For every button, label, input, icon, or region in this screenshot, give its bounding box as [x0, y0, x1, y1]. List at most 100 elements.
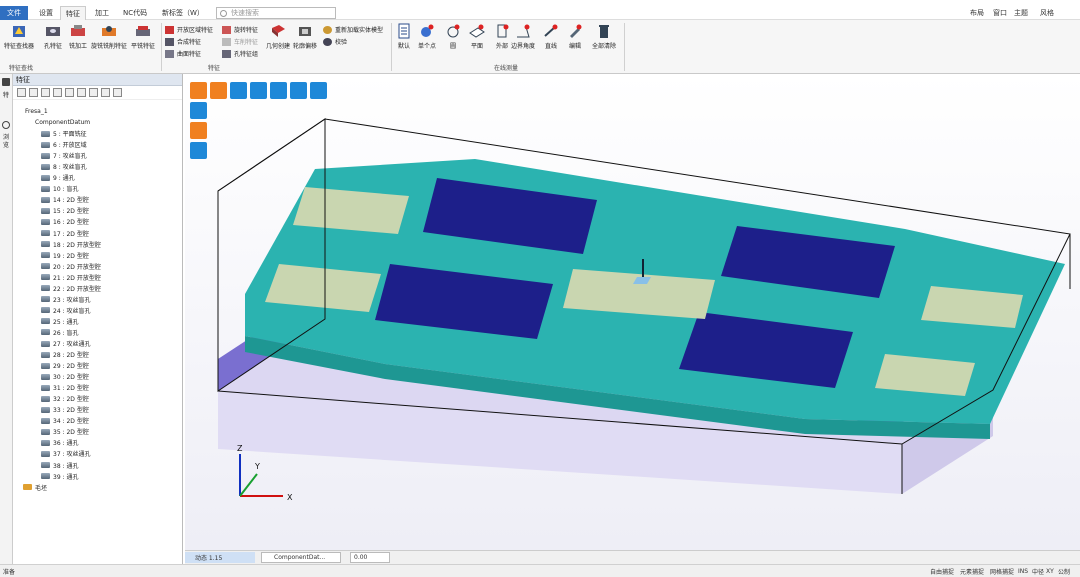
- file-menu[interactable]: 文件: [0, 6, 28, 20]
- edit-measure-button[interactable]: 编辑: [566, 23, 584, 59]
- tree-item[interactable]: 14 : 2D 型腔: [13, 194, 183, 205]
- synth-feature-button[interactable]: 合成特征: [165, 36, 201, 47]
- hole-feature-button[interactable]: 孔特征: [44, 23, 62, 59]
- layout-menu[interactable]: 布局: [970, 6, 984, 20]
- tree-item[interactable]: 9 : 通孔: [13, 172, 183, 183]
- strip-tab-1[interactable]: 特: [3, 90, 9, 99]
- tree-stock[interactable]: 毛坯: [13, 482, 183, 493]
- tree-datum[interactable]: ComponentDatum: [13, 117, 183, 128]
- outer-measure-button[interactable]: 外部: [493, 23, 511, 59]
- view-list-icon[interactable]: [290, 82, 307, 99]
- view-cube-icon[interactable]: [190, 102, 207, 119]
- tree-item[interactable]: 23 : 攻丝盲孔: [13, 294, 183, 305]
- tree-item[interactable]: 22 : 2D 开放型腔: [13, 283, 183, 294]
- single-point-button[interactable]: 单个点: [418, 23, 436, 59]
- tool-icon-1[interactable]: [17, 88, 26, 97]
- spiral-mill-button[interactable]: 旋铣铣削特征: [91, 23, 127, 59]
- hole-group-button[interactable]: 孔特征组: [222, 48, 258, 59]
- tree-root[interactable]: Fresa_1: [13, 106, 183, 117]
- clear-all-button[interactable]: 全部清除: [592, 23, 616, 59]
- tree-item[interactable]: 33 : 2D 型腔: [13, 404, 183, 415]
- check-button[interactable]: 校验: [323, 36, 347, 47]
- tool-icon-7[interactable]: [89, 88, 98, 97]
- tree-item[interactable]: 19 : 2D 型腔: [13, 250, 183, 261]
- planar-feature-button[interactable]: 平铣特征: [131, 23, 155, 59]
- view-light-icon[interactable]: [250, 82, 267, 99]
- tree-item[interactable]: 8 : 攻丝盲孔: [13, 161, 183, 172]
- turning-feature-button[interactable]: 车削特征: [222, 36, 258, 47]
- reload-model-button[interactable]: 重新加载实体模型: [323, 24, 383, 35]
- tree-item[interactable]: 26 : 盲孔: [13, 327, 183, 338]
- snap-free[interactable]: 自由捕捉: [930, 566, 954, 577]
- tree-item[interactable]: 38 : 通孔: [13, 460, 183, 471]
- tool-icon-3[interactable]: [41, 88, 50, 97]
- tree-item[interactable]: 5 : 平面铣征: [13, 128, 183, 139]
- feature-finder-button[interactable]: 特征查找器: [4, 23, 34, 59]
- rotate-feature-button[interactable]: 旋转特征: [222, 24, 258, 35]
- tree-item[interactable]: 31 : 2D 型腔: [13, 382, 183, 393]
- view-cube3-icon[interactable]: [190, 142, 207, 159]
- tree-item[interactable]: 30 : 2D 型腔: [13, 371, 183, 382]
- tree-item[interactable]: 25 : 通孔: [13, 316, 183, 327]
- snap-grid[interactable]: 网格捕捉: [990, 566, 1014, 577]
- tree-item[interactable]: 20 : 2D 开放型腔: [13, 261, 183, 272]
- zoom-icon[interactable]: [270, 82, 287, 99]
- snap-element[interactable]: 元素捕捉: [960, 566, 984, 577]
- circle-measure-button[interactable]: 圆: [444, 23, 462, 59]
- tool-icon-5[interactable]: [65, 88, 74, 97]
- tab-settings[interactable]: 设置: [34, 6, 58, 20]
- curve-feature-button[interactable]: 曲面特征: [165, 48, 201, 59]
- tree-item[interactable]: 17 : 2D 型腔: [13, 228, 183, 239]
- tree-item[interactable]: 18 : 2D 开放型腔: [13, 239, 183, 250]
- 3d-viewport[interactable]: X Y Z: [185, 74, 1080, 550]
- tab-new[interactable]: 新标签（W）: [157, 6, 209, 20]
- tool-icon-8[interactable]: [101, 88, 110, 97]
- tree-item[interactable]: 16 : 2D 型腔: [13, 216, 183, 227]
- tree-item[interactable]: 36 : 通孔: [13, 437, 183, 448]
- measure-default-button[interactable]: 默认: [395, 23, 413, 59]
- tree-item[interactable]: 29 : 2D 型腔: [13, 360, 183, 371]
- animation-speed[interactable]: 动态 1.15: [185, 552, 255, 563]
- tool-icon-2[interactable]: [29, 88, 38, 97]
- style-menu[interactable]: 风格: [1040, 6, 1054, 20]
- theme-menu[interactable]: 主题: [1014, 6, 1028, 20]
- tool-icon-4[interactable]: [53, 88, 62, 97]
- tree-item[interactable]: 35 : 2D 型腔: [13, 426, 183, 437]
- view-measure-icon[interactable]: [310, 82, 327, 99]
- tree-item[interactable]: 28 : 2D 型腔: [13, 349, 183, 360]
- view-iso-icon[interactable]: [190, 82, 207, 99]
- strip-tab-3[interactable]: 览: [3, 140, 9, 149]
- contour-offset-button[interactable]: 轮廓偏移: [293, 23, 317, 59]
- tree-item[interactable]: 32 : 2D 型腔: [13, 393, 183, 404]
- search-input[interactable]: 快速搜索: [216, 7, 336, 19]
- open-area-button[interactable]: 开放区域特征: [165, 24, 213, 35]
- tree-item[interactable]: 7 : 攻丝盲孔: [13, 150, 183, 161]
- tree-item[interactable]: 34 : 2D 型腔: [13, 415, 183, 426]
- milling-button[interactable]: 铣加工: [69, 23, 87, 59]
- tab-machining[interactable]: 加工: [90, 6, 114, 20]
- tree-item[interactable]: 37 : 攻丝通孔: [13, 448, 183, 459]
- view-section-icon[interactable]: [230, 82, 247, 99]
- feature-strip-icon[interactable]: [2, 78, 10, 86]
- plane-measure-button[interactable]: 平面: [468, 23, 486, 59]
- tool-icon-9[interactable]: [113, 88, 122, 97]
- tab-nc-code[interactable]: NC代码: [118, 6, 152, 20]
- model-view[interactable]: X Y Z: [185, 74, 1080, 550]
- view-front-icon[interactable]: [210, 82, 227, 99]
- tree-item[interactable]: 24 : 攻丝盲孔: [13, 305, 183, 316]
- component-select[interactable]: ComponentDat...: [261, 552, 341, 563]
- tree-item[interactable]: 15 : 2D 型腔: [13, 205, 183, 216]
- view-cube2-icon[interactable]: [190, 122, 207, 139]
- tree-item[interactable]: 10 : 盲孔: [13, 183, 183, 194]
- tree-item[interactable]: 6 : 开放区域: [13, 139, 183, 150]
- browse-strip-icon[interactable]: [2, 121, 10, 129]
- value-select[interactable]: 0.00: [350, 552, 390, 563]
- boundary-angle-button[interactable]: 边界角度: [511, 23, 535, 59]
- tab-features[interactable]: 特征: [60, 6, 86, 20]
- line-measure-button[interactable]: 直线: [542, 23, 560, 59]
- window-menu[interactable]: 窗口: [993, 6, 1007, 20]
- tool-icon-6[interactable]: [77, 88, 86, 97]
- tree-item[interactable]: 27 : 攻丝通孔: [13, 338, 183, 349]
- tree-item[interactable]: 21 : 2D 开放型腔: [13, 272, 183, 283]
- tree-item[interactable]: 39 : 通孔: [13, 471, 183, 482]
